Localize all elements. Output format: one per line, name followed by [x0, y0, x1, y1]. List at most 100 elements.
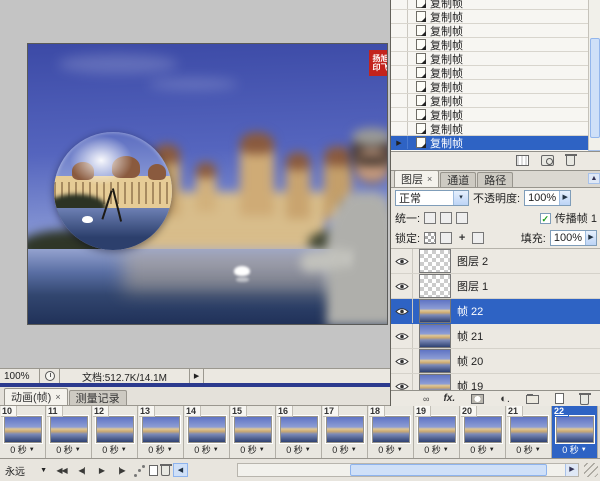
- frame-thumbnail[interactable]: [556, 416, 594, 443]
- animation-frame[interactable]: 21 0 秒 ▼: [506, 406, 552, 458]
- layer-thumbnail[interactable]: [419, 299, 451, 323]
- frame-delay-select[interactable]: 0 秒 ▼: [470, 443, 494, 456]
- visibility-cell[interactable]: [391, 249, 413, 273]
- visibility-cell[interactable]: [391, 349, 413, 373]
- history-state-row[interactable]: 复制帧: [391, 0, 588, 10]
- history-brush-source-cell[interactable]: [391, 108, 408, 121]
- lock-move-icon[interactable]: +: [456, 232, 468, 244]
- delete-frame-trash-icon[interactable]: [161, 466, 170, 476]
- history-brush-source-cell[interactable]: [391, 0, 408, 9]
- animation-scrollbar-thumb[interactable]: [350, 464, 547, 476]
- tween-icon[interactable]: [133, 465, 146, 476]
- eye-icon[interactable]: [395, 357, 409, 366]
- lock-paint-brush-icon[interactable]: [440, 232, 452, 244]
- history-brush-source-cell[interactable]: [391, 94, 408, 107]
- unify-style-icon[interactable]: [456, 212, 468, 224]
- new-group-folder-icon[interactable]: [526, 395, 539, 404]
- tab-animation-frames[interactable]: 动画(帧) ×: [4, 388, 68, 405]
- resize-grip[interactable]: [584, 463, 598, 477]
- history-brush-source-cell[interactable]: [391, 66, 408, 79]
- frame-thumbnail[interactable]: [326, 416, 364, 443]
- layer-style-fx-icon[interactable]: fx.: [443, 393, 455, 404]
- animation-frame[interactable]: 16 0 秒 ▼: [276, 406, 322, 458]
- frame-thumbnail[interactable]: [50, 416, 88, 443]
- unify-visibility-icon[interactable]: [440, 212, 452, 224]
- opacity-field[interactable]: 100% ▶: [524, 190, 571, 206]
- history-brush-source-cell[interactable]: [391, 10, 408, 23]
- history-state-row[interactable]: 复制帧: [391, 38, 588, 52]
- new-snapshot-camera-icon[interactable]: [541, 155, 554, 166]
- frame-thumbnail[interactable]: [142, 416, 180, 443]
- lock-all-padlock-icon[interactable]: [472, 232, 484, 244]
- history-brush-source-cell[interactable]: [391, 38, 408, 51]
- history-state-row[interactable]: 复制帧: [391, 94, 588, 108]
- animation-scrollbar[interactable]: ▶: [237, 463, 579, 477]
- layer-thumbnail[interactable]: [419, 274, 451, 298]
- history-state-row[interactable]: 复制帧: [391, 122, 588, 136]
- previous-frame-button[interactable]: ◀|: [73, 462, 90, 478]
- animation-frame[interactable]: 20 0 秒 ▼: [460, 406, 506, 458]
- history-brush-source-cell[interactable]: [391, 80, 408, 93]
- frame-thumbnail[interactable]: [234, 416, 272, 443]
- link-layers-chain-icon[interactable]: ∞: [423, 394, 427, 404]
- history-brush-source-cell[interactable]: [391, 122, 408, 135]
- opacity-slider-arrow-icon[interactable]: ▶: [559, 191, 570, 205]
- animation-frame[interactable]: 14 0 秒 ▼: [184, 406, 230, 458]
- history-scrollbar[interactable]: [588, 0, 600, 150]
- scroll-left-button[interactable]: ◀: [173, 463, 188, 477]
- frame-delay-select[interactable]: 0 秒 ▼: [332, 443, 356, 456]
- delete-layer-trash-icon[interactable]: [580, 395, 589, 405]
- propagate-frame-checkbox[interactable]: ✓: [540, 213, 551, 224]
- eye-icon[interactable]: [395, 282, 409, 291]
- animation-frame[interactable]: 18 0 秒 ▼: [368, 406, 414, 458]
- unify-position-icon[interactable]: [424, 212, 436, 224]
- frame-thumbnail[interactable]: [464, 416, 502, 443]
- new-layer-icon[interactable]: [555, 393, 564, 404]
- tab-paths[interactable]: 路径: [477, 172, 513, 187]
- delete-state-trash-icon[interactable]: [566, 156, 575, 166]
- layer-row[interactable]: 图层 1: [391, 274, 600, 299]
- layer-thumbnail[interactable]: [419, 324, 451, 348]
- frame-delay-select[interactable]: 0 秒 ▼: [102, 443, 126, 456]
- next-frame-button[interactable]: |▶: [113, 462, 130, 478]
- zoom-level-field[interactable]: 100%: [0, 369, 40, 383]
- frame-thumbnail[interactable]: [96, 416, 134, 443]
- tab-channels[interactable]: 通道: [440, 172, 476, 187]
- visibility-cell[interactable]: [391, 299, 413, 323]
- layer-row[interactable]: 图层 2: [391, 249, 600, 274]
- animation-frame[interactable]: 10 0 秒 ▼: [0, 406, 46, 458]
- history-scrollbar-thumb[interactable]: [590, 38, 600, 138]
- frame-delay-select[interactable]: 0 秒 ▼: [516, 443, 540, 456]
- animation-frame[interactable]: 15 0 秒 ▼: [230, 406, 276, 458]
- animation-frame[interactable]: 12 0 秒 ▼: [92, 406, 138, 458]
- layer-row[interactable]: 帧 20: [391, 349, 600, 374]
- scroll-right-icon[interactable]: ▶: [565, 464, 578, 476]
- frame-thumbnail[interactable]: [4, 416, 42, 443]
- frame-delay-select[interactable]: 0 秒 ▼: [378, 443, 402, 456]
- animation-frame[interactable]: 17 0 秒 ▼: [322, 406, 368, 458]
- history-state-row[interactable]: 复制帧: [391, 108, 588, 122]
- history-state-row[interactable]: 复制帧: [391, 10, 588, 24]
- layers-scroll-up-icon[interactable]: ▲: [588, 173, 600, 184]
- animation-frame[interactable]: 13 0 秒 ▼: [138, 406, 184, 458]
- layer-thumbnail[interactable]: [419, 349, 451, 373]
- animation-frame[interactable]: 11 0 秒 ▼: [46, 406, 92, 458]
- history-brush-source-cell[interactable]: ▶: [391, 136, 408, 149]
- history-state-row[interactable]: 复制帧: [391, 80, 588, 94]
- blend-mode-select[interactable]: 正常 ▾: [395, 190, 469, 206]
- history-state-row[interactable]: 复制帧: [391, 24, 588, 38]
- frame-delay-select[interactable]: 0 秒 ▼: [194, 443, 218, 456]
- frame-delay-select[interactable]: 0 秒 ▼: [562, 443, 586, 456]
- lock-transparency-icon[interactable]: [424, 232, 436, 244]
- frame-delay-select[interactable]: 0 秒 ▼: [424, 443, 448, 456]
- frame-thumbnail[interactable]: [188, 416, 226, 443]
- play-button[interactable]: ▶: [93, 462, 110, 478]
- eye-icon[interactable]: [395, 332, 409, 341]
- tab-layers[interactable]: 图层 ×: [394, 170, 439, 187]
- adjustment-layer-icon[interactable]: ◐.: [500, 393, 510, 405]
- frame-delay-select[interactable]: 0 秒 ▼: [286, 443, 310, 456]
- history-brush-source-cell[interactable]: [391, 52, 408, 65]
- history-brush-source-cell[interactable]: [391, 24, 408, 37]
- status-menu-button[interactable]: ▶: [190, 369, 204, 383]
- history-state-row[interactable]: 复制帧: [391, 52, 588, 66]
